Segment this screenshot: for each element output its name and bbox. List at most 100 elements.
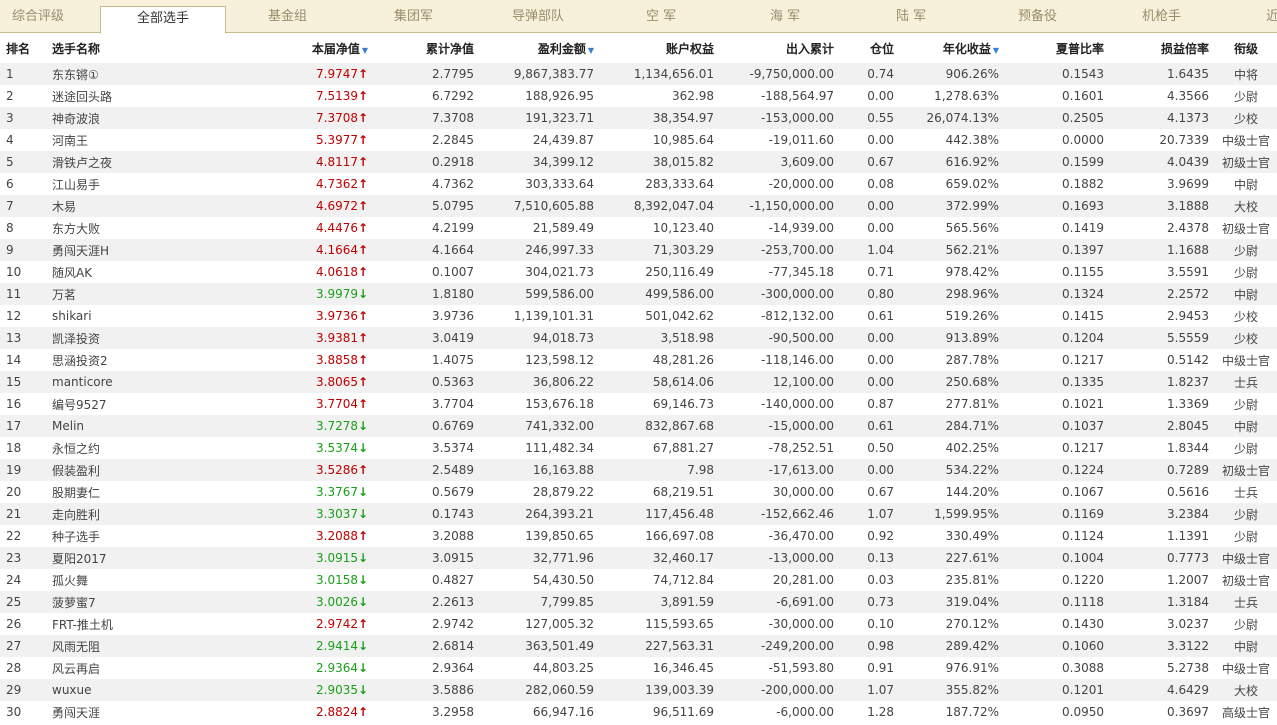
cell-name[interactable]: 永恒之约 [46, 437, 180, 459]
cell-name[interactable]: 勇闯天涯 [46, 701, 180, 723]
table-row[interactable]: 30 勇闯天涯 2.8824↑ 3.2958 66,947.16 96,511.69 -6,… [0, 701, 1277, 723]
cell-pl-ratio: 3.3122 [1167, 639, 1209, 653]
header-profit[interactable]: 盈利金额 ▼ [480, 33, 600, 63]
cell-rank: 19 [6, 463, 22, 477]
table-row[interactable]: 23 夏阳2017 3.0915↓ 3.0915 32,771.96 32,460.17-… [0, 547, 1277, 569]
tab-8[interactable]: 预备役 [1018, 0, 1057, 32]
cell-name[interactable]: 风云再启 [46, 657, 180, 679]
table-row[interactable]: 15 manticore 3.8065↑ 0.5363 36,806.22 58,614.… [0, 371, 1277, 393]
cell-sharpe: 0.2505 [1062, 111, 1104, 125]
cell-name[interactable]: 江山易手 [46, 173, 180, 195]
cell-name[interactable]: Melin [46, 415, 180, 437]
header-cum-nav[interactable]: 累计净值 [374, 33, 480, 63]
table-row[interactable]: 16 编号9527 3.7704↑ 3.7704 153,676.18 69,146.73… [0, 393, 1277, 415]
header-annual[interactable]: 年化收益 ▼ [900, 33, 1005, 63]
cell-name[interactable]: 东方大败 [46, 217, 180, 239]
table-row[interactable]: 7 木易 4.6972↑ 5.0795 7,510,605.88 8,392,047.04… [0, 195, 1277, 217]
table-row[interactable]: 20 股期妻仁 3.3767↓ 0.5679 28,879.22 68,219.51 30,… [0, 481, 1277, 503]
table-row[interactable]: 21 走向胜利 3.3037↓ 0.1743 264,393.21 117,456.48-… [0, 503, 1277, 525]
cell-equity: 74,712.84 [652, 573, 714, 587]
cell-name[interactable]: 菠萝蜜7 [46, 591, 180, 613]
cell-name[interactable]: 假装盈利 [46, 459, 180, 481]
cell-name[interactable]: 凯泽投资 [46, 327, 180, 349]
cell-name[interactable]: 风雨无阻 [46, 635, 180, 657]
table-row[interactable]: 4 河南王 5.3977↑ 2.2845 24,439.87 10,985.64 -19,0… [0, 129, 1277, 151]
cell-name[interactable]: 勇闯天涯H [46, 239, 180, 261]
cell-name[interactable]: 夏阳2017 [46, 547, 180, 569]
tab-7[interactable]: 陆 军 [896, 0, 926, 32]
nav-value: 3.9381 [316, 331, 358, 345]
cell-cum-nav: 1.4075 [432, 353, 474, 367]
cell-name[interactable]: 股期妻仁 [46, 481, 180, 503]
cell-rank: 7 [6, 199, 14, 213]
table-row[interactable]: 1 东东锵① 7.9747↑ 2.7795 9,867,383.77 1,134,656.… [0, 63, 1277, 85]
tab-4[interactable]: 导弹部队 [512, 0, 564, 32]
table-row[interactable]: 22 种子选手 3.2088↑ 3.2088 139,850.65 166,697.08-… [0, 525, 1277, 547]
table-row[interactable]: 17 Melin 3.7278↓ 0.6769 741,332.00 832,867.68… [0, 415, 1277, 437]
table-row[interactable]: 11 万茗 3.9979↓ 1.8180 599,586.00 499,586.00 -30… [0, 283, 1277, 305]
header-grade[interactable]: 衔级 [1215, 33, 1277, 63]
table-row[interactable]: 27 风雨无阻 2.9414↓ 2.6814 363,501.49 227,563.31-… [0, 635, 1277, 657]
table-row[interactable]: 6 江山易手 4.7362↑ 4.7362 303,333.64 283,333.64 -2… [0, 173, 1277, 195]
cell-name[interactable]: 种子选手 [46, 525, 180, 547]
tab-6[interactable]: 海 军 [770, 0, 800, 32]
header-position[interactable]: 仓位 [840, 33, 900, 63]
table-row[interactable]: 26 FRT-推土机 2.9742↑ 2.9742 127,005.32 115,593.… [0, 613, 1277, 635]
table-row[interactable]: 14 思涵投资2 3.8858↑ 1.4075 123,598.12 48,281.26-… [0, 349, 1277, 371]
header-pl-ratio[interactable]: 损益倍率 [1110, 33, 1215, 63]
table-row[interactable]: 3 神奇波浪 7.3708↑ 7.3708 191,323.71 38,354.97 -15… [0, 107, 1277, 129]
cell-position: 0.08 [867, 177, 894, 191]
header-name[interactable]: 选手名称 [46, 33, 180, 63]
cell-name[interactable]: 神奇波浪 [46, 107, 180, 129]
table-row[interactable]: 5 滑铁卢之夜 4.8117↑ 0.2918 34,399.12 38,015.82 3,6… [0, 151, 1277, 173]
cell-name[interactable]: 木易 [46, 195, 180, 217]
table-row[interactable]: 8 东方大败 4.4476↑ 4.2199 21,589.49 10,123.40 -14,… [0, 217, 1277, 239]
header-flow[interactable]: 出入累计 [720, 33, 840, 63]
cell-flow: -249,200.00 [760, 639, 834, 653]
cell-rank: 29 [6, 683, 22, 697]
header-rank[interactable]: 排名 [0, 33, 46, 63]
cell-position: 0.87 [867, 397, 894, 411]
cell-flow: -153,000.00 [760, 111, 834, 125]
cell-name[interactable]: 滑铁卢之夜 [46, 151, 180, 173]
table-row[interactable]: 19 假装盈利 3.5286↑ 2.5489 16,163.88 7.98 -17,613.… [0, 459, 1277, 481]
cell-name[interactable]: 迷途回头路 [46, 85, 180, 107]
cell-name[interactable]: FRT-推土机 [46, 613, 180, 635]
cell-name[interactable]: manticore [46, 371, 180, 393]
arrow-up-icon: ↑ [358, 221, 369, 235]
tab-1[interactable]: 全部选手 [100, 6, 226, 34]
tab-10[interactable]: 近 [1266, 0, 1277, 32]
table-row[interactable]: 28 风云再启 2.9364↓ 2.9364 44,803.25 16,346.45 -51… [0, 657, 1277, 679]
table-row[interactable]: 12 shikari 3.9736↑ 3.9736 1,139,101.31 501,04… [0, 305, 1277, 327]
tab-9[interactable]: 机枪手 [1142, 0, 1181, 32]
header-nav[interactable]: 本届净值 ▼ [180, 33, 374, 63]
cell-nav: 3.5374↓ [180, 437, 374, 459]
tab-5[interactable]: 空 军 [646, 0, 676, 32]
cell-name[interactable]: shikari [46, 305, 180, 327]
cell-pl-ratio: 4.3566 [1167, 89, 1209, 103]
tab-0[interactable]: 综合评级 [12, 0, 64, 32]
table-row[interactable]: 29 wuxue 2.9035↓ 3.5886 282,060.59 139,003.39… [0, 679, 1277, 701]
tab-3[interactable]: 集团军 [394, 0, 433, 32]
header-equity[interactable]: 账户权益 [600, 33, 720, 63]
cell-name[interactable]: 万茗 [46, 283, 180, 305]
table-row[interactable]: 18 永恒之约 3.5374↓ 3.5374 111,482.34 67,881.27 -7… [0, 437, 1277, 459]
cell-name[interactable]: 走向胜利 [46, 503, 180, 525]
cell-name[interactable]: wuxue [46, 679, 180, 701]
table-row[interactable]: 24 孤火舞 3.0158↓ 0.4827 54,430.50 74,712.84 20,2… [0, 569, 1277, 591]
cell-pl-ratio: 0.5616 [1167, 485, 1209, 499]
cell-name[interactable]: 河南王 [46, 129, 180, 151]
cell-name[interactable]: 编号9527 [46, 393, 180, 415]
cell-name[interactable]: 随风AK [46, 261, 180, 283]
table-row[interactable]: 2 迷途回头路 7.5139↑ 6.7292 188,926.95 362.98 -188,… [0, 85, 1277, 107]
cell-name[interactable]: 孤火舞 [46, 569, 180, 591]
tab-2[interactable]: 基金组 [268, 0, 307, 32]
header-sharpe[interactable]: 夏普比率 [1005, 33, 1110, 63]
cell-name[interactable]: 东东锵① [46, 63, 180, 85]
cell-position: 0.00 [867, 463, 894, 477]
cell-name[interactable]: 思涵投资2 [46, 349, 180, 371]
table-row[interactable]: 9 勇闯天涯H 4.1664↑ 4.1664 246,997.33 71,303.29 -2… [0, 239, 1277, 261]
table-row[interactable]: 13 凯泽投资 3.9381↑ 3.0419 94,018.73 3,518.98 -90,… [0, 327, 1277, 349]
table-row[interactable]: 25 菠萝蜜7 3.0026↓ 2.2613 7,799.85 3,891.59 -6,69… [0, 591, 1277, 613]
table-row[interactable]: 10 随风AK 4.0618↑ 0.1007 304,021.73 250,116.49-… [0, 261, 1277, 283]
